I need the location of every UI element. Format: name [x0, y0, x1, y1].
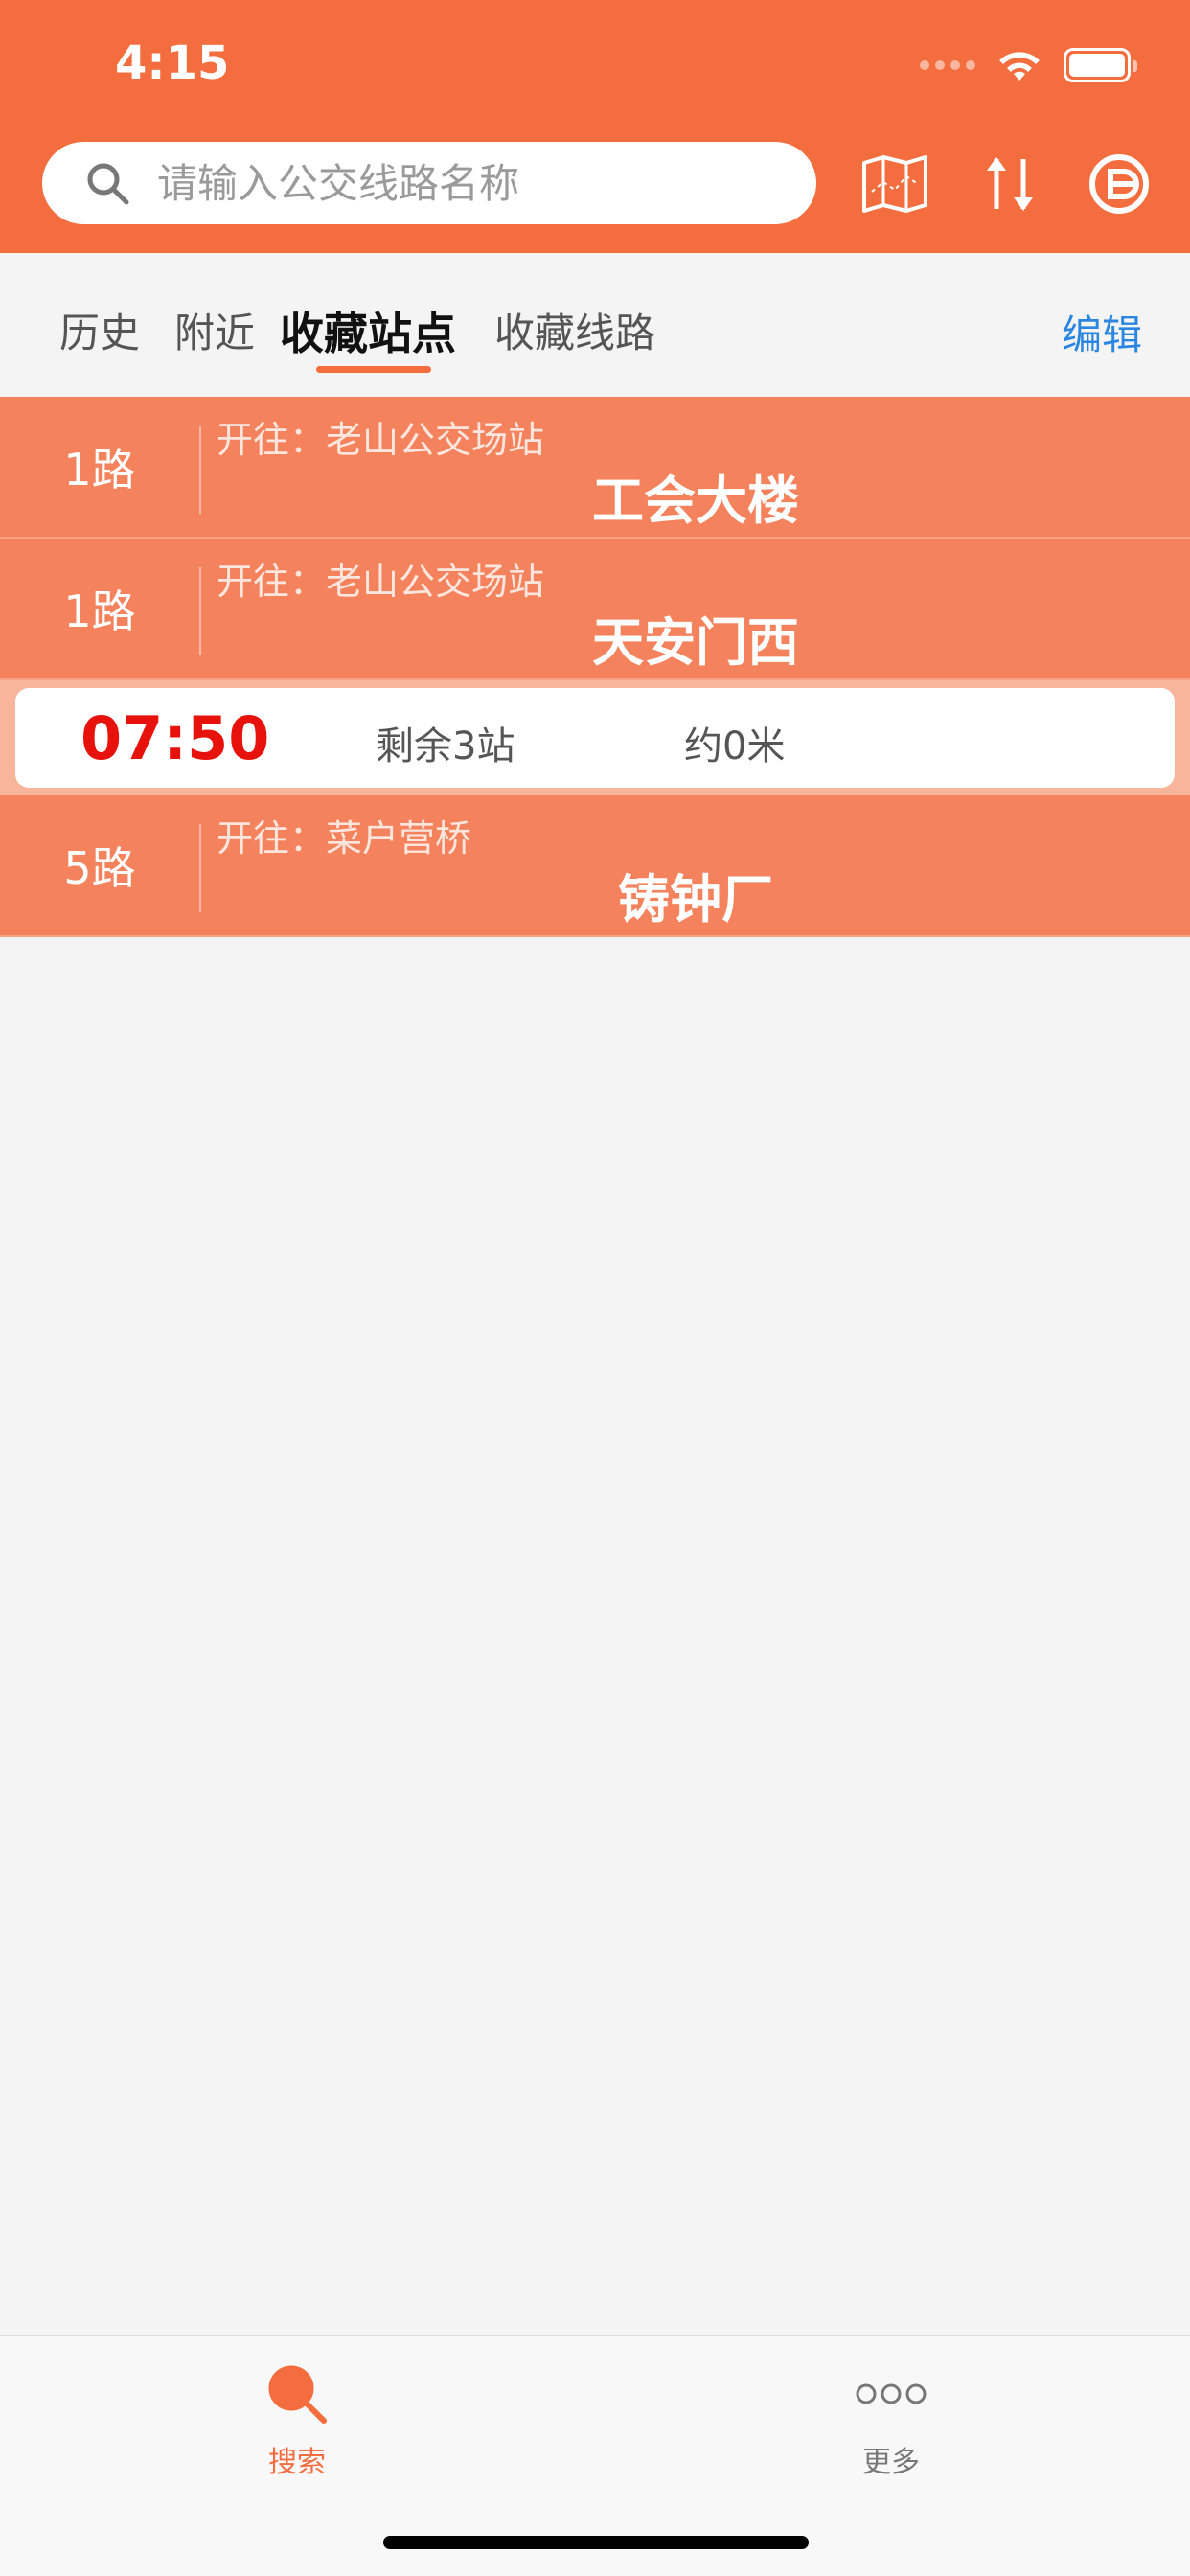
stop-name: 天安门西: [592, 612, 799, 673]
line-name: 1路: [63, 586, 136, 637]
more-icon: [856, 2383, 927, 2404]
tab-search[interactable]: 搜索: [201, 2363, 393, 2480]
status-time: 4:15: [115, 36, 230, 90]
list-item[interactable]: 1路 开往：老山公交场站 天安门西: [0, 539, 1190, 680]
tab-search-label: 搜索: [268, 2446, 326, 2479]
home-indicator: [383, 2536, 809, 2549]
remaining-stops: 剩余3站: [376, 724, 515, 769]
arrival-card[interactable]: 07:50 剩余3站 约0米: [15, 688, 1175, 788]
stop-name: 铸钟厂: [618, 869, 773, 930]
tab-more-label: 更多: [862, 2446, 920, 2479]
tab-favorite-stops[interactable]: 收藏站点: [280, 299, 456, 362]
stop-name: 工会大楼: [592, 471, 799, 531]
battery-icon: [1064, 48, 1137, 82]
search-bar[interactable]: [42, 142, 816, 224]
status-icons: [920, 46, 1137, 84]
edit-button[interactable]: 编辑: [1062, 303, 1142, 361]
header: 4:15: [0, 0, 1190, 253]
map-icon: [862, 155, 927, 213]
direction-text: 开往：老山公交场站: [217, 419, 545, 461]
line-name: 1路: [63, 444, 136, 495]
search-icon: [87, 163, 129, 205]
tab-bar-top: 历史 附近 收藏站点 收藏线路 编辑: [0, 253, 1190, 397]
list-item[interactable]: 5路 开往：菜户营桥 铸钟厂: [0, 795, 1190, 937]
tab-favorite-lines[interactable]: 收藏线路: [494, 301, 655, 359]
logo-button[interactable]: [1081, 146, 1157, 222]
distance: 约0米: [684, 724, 786, 769]
wifi-icon: [999, 52, 1040, 80]
beijing-logo-icon: [1089, 154, 1149, 214]
swap-icon: [987, 157, 1033, 211]
tab-history[interactable]: 历史: [59, 301, 140, 359]
arrival-panel: 07:50 剩余3站 约0米: [0, 680, 1190, 795]
direction-text: 开往：菜户营桥: [217, 817, 472, 860]
search-icon: [268, 2365, 327, 2424]
signal-icon: [920, 60, 975, 70]
line-name: 5路: [63, 842, 136, 894]
direction-text: 开往：老山公交场站: [217, 561, 545, 603]
list-item[interactable]: 1路 开往：老山公交场站 工会大楼: [0, 397, 1190, 539]
arrival-time: 07:50: [80, 703, 270, 773]
active-tab-indicator: [316, 366, 431, 373]
map-button[interactable]: [857, 146, 933, 222]
tab-more[interactable]: 更多: [795, 2363, 987, 2480]
swap-button[interactable]: [972, 146, 1048, 222]
favorites-list: 1路 开往：老山公交场站 工会大楼 1路 开往：老山公交场站 天安门西 07:5…: [0, 397, 1190, 937]
search-input[interactable]: [157, 159, 770, 207]
tab-nearby[interactable]: 附近: [174, 301, 255, 359]
